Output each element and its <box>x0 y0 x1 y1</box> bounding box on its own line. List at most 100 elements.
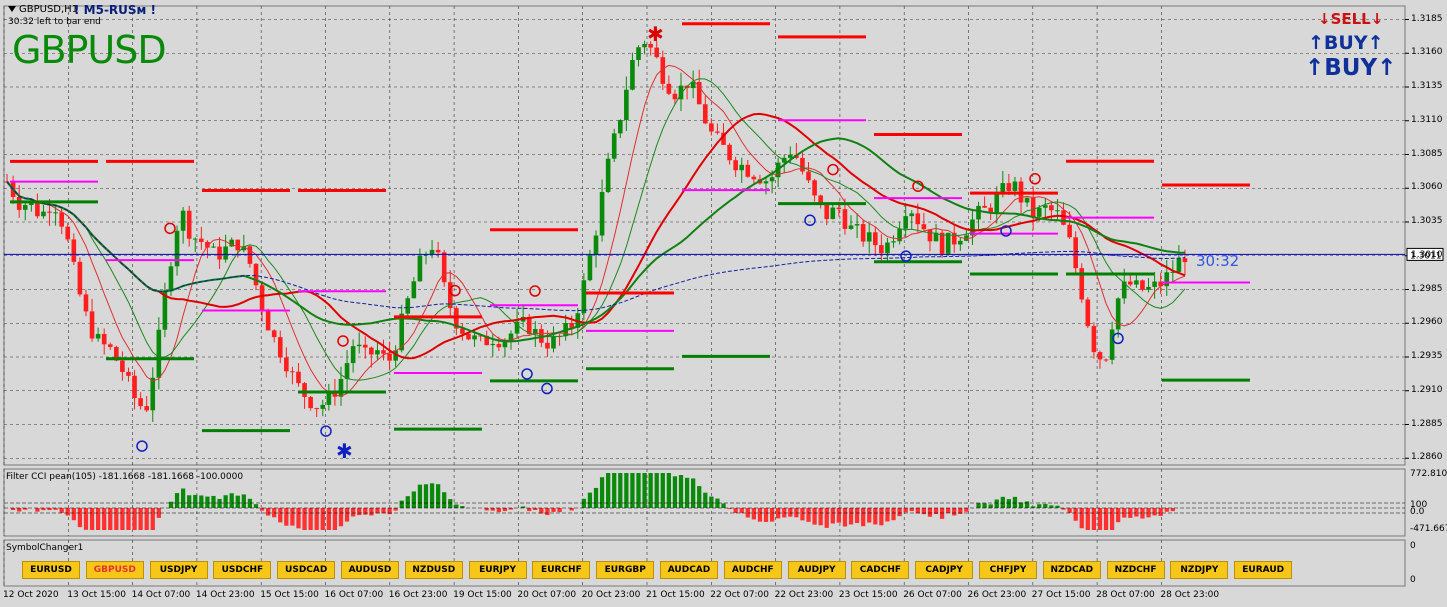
symbol-button-usdjpy[interactable]: USDJPY <box>149 561 208 579</box>
candle-body <box>587 255 593 281</box>
candle-body <box>1073 237 1078 269</box>
arrow-down-icon: ↓ <box>1370 10 1384 28</box>
symbol-button-nzdusd[interactable]: NZDUSD <box>404 561 463 579</box>
symbol-button-nzdcad[interactable]: NZDCAD <box>1042 561 1101 579</box>
candle-body <box>89 311 95 339</box>
candle-body <box>1049 205 1054 211</box>
brand-label: ! M5-RUSм ! <box>74 3 157 17</box>
symbol-button-eurusd[interactable]: EURUSD <box>22 561 80 579</box>
candle-body <box>168 266 174 292</box>
time-tick-label: 28 Oct 23:00 <box>1160 590 1220 600</box>
symbol-button-nzdchf[interactable]: NZDCHF <box>1106 561 1165 579</box>
candle-body <box>284 357 289 372</box>
countdown-label: 30:32 <box>1196 252 1240 270</box>
symbol-button-euraud[interactable]: EURAUD <box>1234 561 1293 579</box>
candle-body <box>1043 205 1048 208</box>
candle-body <box>120 360 125 372</box>
candle-body <box>1012 181 1018 191</box>
sell-signal-icon <box>529 285 541 297</box>
candle-body <box>690 82 696 89</box>
candle-body <box>1024 197 1030 203</box>
candle-body <box>411 281 417 299</box>
symbol-button-chfjpy[interactable]: CHFJPY <box>979 561 1037 579</box>
time-tick-label: 15 Oct 15:00 <box>260 590 319 600</box>
candle-body <box>879 245 884 254</box>
candle-body <box>891 241 896 243</box>
candle-body <box>138 398 143 407</box>
sell-signal-icon <box>1029 173 1041 185</box>
buy-button[interactable]: ↑BUY↑ <box>1308 32 1384 54</box>
panel3-tick: 0 <box>1410 575 1416 585</box>
candle-body <box>866 232 872 242</box>
symbol-button-usdcad[interactable]: USDCAD <box>277 561 336 579</box>
price-tick-label: 1.3085 <box>1411 148 1443 159</box>
symbol-button-audjpy[interactable]: AUDJPY <box>787 561 846 579</box>
candle-body <box>909 213 915 217</box>
arrow-down-icon: ↓ <box>1318 10 1331 28</box>
time-tick-label: 16 Oct 07:00 <box>324 590 384 600</box>
candle-body <box>1134 280 1139 285</box>
candle-body <box>624 89 629 121</box>
candle-body <box>1067 224 1072 238</box>
candle-body <box>144 406 149 411</box>
candle-body <box>982 205 987 208</box>
buy-signal-icon <box>804 214 816 227</box>
price-tick-label: 1.3010 <box>1411 249 1443 260</box>
price-tick-label: 1.3185 <box>1411 13 1443 24</box>
candle-body <box>599 192 605 236</box>
candle-body <box>344 363 350 379</box>
buy-signal-icon <box>320 425 332 437</box>
candle-body <box>1097 352 1103 360</box>
candle-body <box>526 316 532 334</box>
indicator-tick: 772.8106 <box>1410 469 1447 479</box>
candle-body <box>666 83 672 94</box>
time-tick-label: 28 Oct 07:00 <box>1096 590 1155 600</box>
symbol-button-eurgbp[interactable]: EURGBP <box>596 561 655 579</box>
candle-body <box>605 158 611 193</box>
candle-body <box>77 261 83 295</box>
candle-body <box>466 333 471 340</box>
symbol-button-gbpusd[interactable]: GBPUSD <box>85 561 144 579</box>
symbol-button-eurchf[interactable]: EURCHF <box>532 561 591 579</box>
symbol-button-usdchf[interactable]: USDCHF <box>213 561 272 579</box>
candle-body <box>405 298 411 314</box>
candle-body <box>842 209 848 229</box>
time-tick-label: 23 Oct 15:00 <box>838 590 898 600</box>
sell-button[interactable]: ↓SELL↓ <box>1318 10 1383 28</box>
symbol-button-audchf[interactable]: AUDCHF <box>723 561 782 579</box>
candle-body <box>630 59 635 90</box>
candle-body <box>672 93 678 100</box>
symbol-button-cadchf[interactable]: CADCHF <box>851 561 910 579</box>
symbol-button-cadjpy[interactable]: CADJPY <box>915 561 974 579</box>
time-tick-label: 27 Oct 15:00 <box>1031 590 1091 600</box>
symbol-button-audcad[interactable]: AUDCAD <box>660 561 718 579</box>
symbol-button-eurjpy[interactable]: EURJPY <box>468 561 527 579</box>
candle-body <box>435 249 441 253</box>
candle-body <box>727 144 732 161</box>
candle-body <box>1146 286 1151 290</box>
indicator-tick: 0.0 <box>1410 507 1425 517</box>
time-tick-label: 19 Oct 15:00 <box>453 590 512 600</box>
candle-body <box>836 207 842 210</box>
time-tick-label: 26 Oct 07:00 <box>903 590 962 600</box>
symbol-button-nzdjpy[interactable]: NZDJPY <box>1170 561 1229 579</box>
symbol-label: GBPUSD <box>12 28 167 72</box>
candle-body <box>59 212 64 227</box>
candle-body <box>958 240 963 245</box>
indicator-tick: -471.6677 <box>1410 524 1447 534</box>
arrow-up-icon: ↑ <box>1367 32 1384 54</box>
candle-body <box>350 346 356 364</box>
chart-canvas[interactable]: 1.3011✱✱ <box>0 0 1447 607</box>
buy-signal-icon <box>521 368 533 380</box>
candle-body <box>235 239 241 251</box>
candle-body <box>375 350 380 355</box>
symbol-button-audusd[interactable]: AUDUSD <box>341 561 399 579</box>
candle-body <box>217 246 222 260</box>
buy-button-large[interactable]: ↑BUY↑ <box>1305 55 1396 81</box>
candle-body <box>83 294 89 312</box>
candle-body <box>277 337 283 358</box>
chart-menu-icon[interactable] <box>8 6 16 12</box>
candle-body <box>199 238 204 242</box>
candle-body <box>126 371 131 376</box>
candle-body <box>271 330 277 338</box>
